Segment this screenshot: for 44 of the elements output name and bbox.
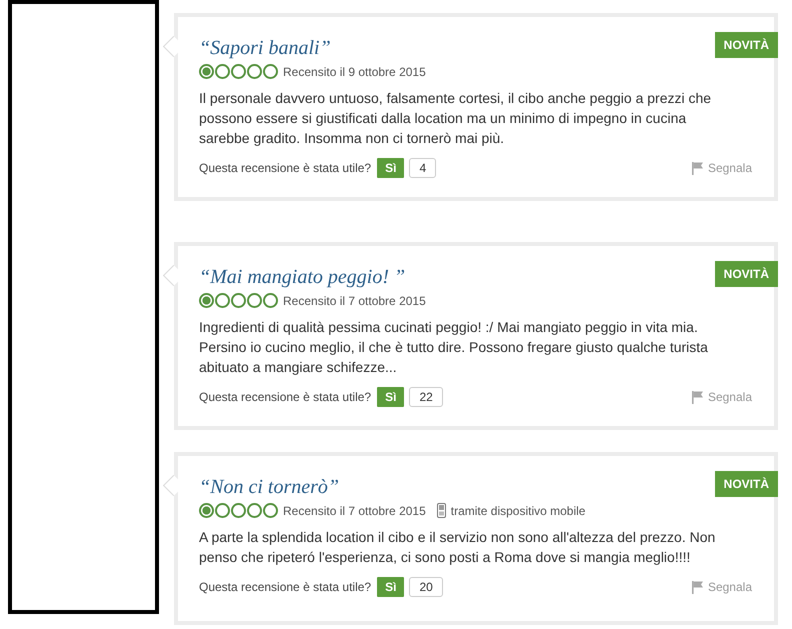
rating-bubble <box>231 503 246 518</box>
review-text: Ingredienti di qualità pessima cucinati peggio! :/ Mai mangiato peggio in vita mia. Persino io cucino meglio, il che è tutto dire. Possono fregare giusto qualche turista abituato a mangiare schifezze... <box>199 318 709 377</box>
mobile-phone-icon <box>436 503 446 518</box>
yes-button[interactable]: Sì <box>377 387 404 407</box>
report-link[interactable]: Segnala <box>708 580 752 594</box>
rating-bubble <box>199 503 214 518</box>
rating-bubble <box>231 293 246 308</box>
review-title[interactable]: “Non ci tornerò” <box>199 476 340 499</box>
review-text: A parte la splendida location il cibo e il servizio non sono all'altezza del prezzo. Non penso che ripeteró l'esperienza, ci sono posti a Roma dove si mangia meglio!!!! <box>199 528 716 567</box>
yes-button[interactable]: Sì <box>377 577 404 597</box>
rating-bubble <box>247 64 262 79</box>
rating-bubble <box>247 503 262 518</box>
helpful-prompt: Questa recensione è stata utile? <box>199 390 372 404</box>
rating-bubble <box>215 503 230 518</box>
rating-bubble <box>215 64 230 79</box>
review-date: Recensito il 7 ottobre 2015 <box>283 504 426 518</box>
rating-bubble <box>263 503 278 518</box>
review-date: Recensito il 9 ottobre 2015 <box>283 64 426 78</box>
vote-count: 4 <box>409 158 436 178</box>
yes-button[interactable]: Sì <box>377 158 404 178</box>
flag-icon <box>690 580 705 594</box>
helpful-prompt: Questa recensione è stata utile? <box>199 580 372 594</box>
report-link[interactable]: Segnala <box>708 161 752 175</box>
vote-count: 20 <box>409 577 443 597</box>
new-badge: NOVITÀ <box>714 32 778 58</box>
vote-count: 22 <box>409 387 443 407</box>
review-text: Il personale davvero untuoso, falsamente cortesi, il cibo anche peggio a prezzi che possono essere si giustificati dalla location ma un minimo di impegno in cucina sarebbe gradito. Insomma non ci tornerò mai più. <box>199 89 712 148</box>
flag-icon <box>690 390 705 404</box>
device-note: tramite dispositivo mobile <box>450 504 586 518</box>
review-title[interactable]: “Sapori banali” <box>199 37 331 60</box>
review-date: Recensito il 7 ottobre 2015 <box>283 294 426 308</box>
rating-bubble <box>231 64 246 79</box>
review-title[interactable]: “Mai mangiato peggio! ” <box>199 266 406 289</box>
helpful-prompt: Questa recensione è stata utile? <box>199 161 372 175</box>
rating-bubble <box>199 293 214 308</box>
rating-bubble <box>247 293 262 308</box>
rating-bubble <box>263 293 278 308</box>
rating-bubble <box>263 64 278 79</box>
new-badge: NOVITÀ <box>714 471 778 497</box>
new-badge: NOVITÀ <box>714 261 778 287</box>
rating-bubble <box>215 293 230 308</box>
rating-bubble <box>199 64 214 79</box>
flag-icon <box>690 161 705 175</box>
report-link[interactable]: Segnala <box>708 390 752 404</box>
